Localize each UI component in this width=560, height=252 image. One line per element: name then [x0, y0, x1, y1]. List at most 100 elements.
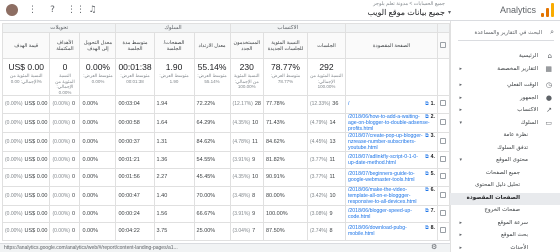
cell-sessions: (12.33%) 36	[306, 95, 346, 114]
cell-new-users: (3.04%) 7	[229, 222, 264, 241]
home-icon: ⌂	[547, 52, 552, 60]
cell-bounce-rate: 84.62%	[193, 131, 231, 152]
col-conv-rate[interactable]: معدل التحويل إلى الهدف	[79, 32, 117, 59]
table-body: (0.00%) US$ 0.00 (0.00%) 0 0.00% 00:03:04 1.94…	[1, 95, 450, 241]
landing-page-link[interactable]: /2018/06/how-to-add-a-waiting-age-on-blo…	[348, 114, 430, 131]
landing-page-link[interactable]: /2018/06/blogger-speed-up-code.html	[348, 208, 412, 220]
gear-icon[interactable]: ⚙	[431, 243, 437, 251]
status-bar-url: https://analytics.google.com/analytics/w…	[0, 243, 450, 252]
chevron-down-icon[interactable]: ▾	[448, 9, 451, 16]
row-checkbox[interactable]	[436, 168, 450, 187]
sidebar-item-all-pages[interactable]: جميع الصفحات	[450, 168, 560, 181]
table-row[interactable]: (0.00%) US$ 0.00 (0.00%) 0 0.00% 00:01:56 2.27…	[1, 168, 450, 187]
cell-pages-per-session: 1.56	[153, 204, 195, 223]
sidebar-item-label: الجمهور	[520, 94, 538, 101]
external-link-icon[interactable]: ⧉	[425, 208, 429, 214]
table-row[interactable]: (0.00%) US$ 0.00 (0.00%) 0 0.00% 00:01:21 1.36…	[1, 150, 450, 169]
external-link-icon[interactable]: ⧉	[425, 133, 429, 139]
top-icons: ⋮ ? ⋮⋮ ♫	[6, 4, 98, 16]
landing-page-link[interactable]: /2018/07/create-pop-up-blogger-nzrease-n…	[348, 133, 423, 150]
cell-conv-rate: 0.00%	[79, 112, 117, 133]
sidebar-item-customization[interactable]: ▦ التقارير المخصصة ▸	[450, 64, 560, 77]
help-icon[interactable]: ?	[47, 5, 58, 16]
cell-new-users: (3.91%) 9	[229, 150, 264, 169]
cell-new-sessions-pct: 84.62%	[262, 131, 308, 152]
table-row[interactable]: (0.00%) US$ 0.00 (0.00%) 0 0.00% 00:00:24 1.56…	[1, 204, 450, 223]
col-goal-value[interactable]: قيمة الهدف	[1, 32, 51, 59]
cell-new-sessions-pct: 80.00%	[262, 185, 308, 206]
table-row[interactable]: (0.00%) US$ 0.00 (0.00%) 0 0.00% 00:00:47 1.40…	[1, 185, 450, 206]
account-path[interactable]: جميع الحسابات > مدونة تعلم بلوجر	[373, 1, 445, 7]
landing-page-link[interactable]: /2018/06/make-the-video-template-all-on-…	[348, 187, 417, 204]
sidebar-item-label: الصفحات المقصودة	[466, 194, 520, 201]
external-link-icon[interactable]: ⧉	[425, 171, 429, 177]
table-row[interactable]: (0.00%) US$ 0.00 (0.00%) 0 0.00% 00:00:37 1.31…	[1, 131, 450, 152]
col-avg-duration[interactable]: متوسط مدة الجلسة	[115, 32, 155, 59]
avatar[interactable]	[6, 4, 18, 16]
sidebar-item-behavior-flow[interactable]: تدفق السلوك	[450, 143, 560, 156]
group-conversions: تحويلات	[1, 23, 117, 33]
cell-conv-rate: 0.00%	[79, 150, 117, 169]
sidebar-item-site-content[interactable]: محتوى الموقع ▾	[450, 155, 560, 168]
sidebar-item-site-speed[interactable]: سرعة الموقع ▸	[450, 218, 560, 231]
landing-page-link[interactable]: /	[348, 101, 349, 107]
total-page-empty	[344, 58, 438, 96]
sidebar-item-home[interactable]: ⌂ الرئيسية	[450, 51, 560, 64]
sidebar-item-acquisition[interactable]: ↗ الاكتساب ▸	[450, 105, 560, 118]
sidebar-item-site-search[interactable]: بحث الموقع ▸	[450, 230, 560, 243]
external-link-icon[interactable]: ⧉	[425, 187, 429, 193]
sidebar-item-realtime[interactable]: ◷ الوقت الفعلي ▸	[450, 80, 560, 93]
sidebar-item-landing-pages[interactable]: الصفحات المقصودة	[450, 192, 560, 205]
sidebar-item-exit-pages[interactable]: صفحات الخروج	[450, 205, 560, 218]
cell-avg-duration: 00:04:22	[115, 222, 155, 241]
sidebar-item-overview[interactable]: نظرة عامة	[450, 130, 560, 143]
analytics-logo-icon[interactable]	[540, 3, 554, 17]
search-input[interactable]: البحث في التقارير والمساعدة ⌕	[458, 27, 554, 41]
row-checkbox[interactable]	[436, 95, 450, 114]
table-row[interactable]: (0.00%) US$ 0.00 (0.00%) 0 0.00% 00:03:04 1.94…	[1, 95, 450, 114]
landing-page-link[interactable]: /2018/07/adlinkfly-script-0-1-0-up-date-…	[348, 154, 418, 166]
row-checkbox[interactable]	[436, 112, 450, 133]
cell-sessions: (4.45%) 13	[306, 131, 346, 152]
col-pages-per-session[interactable]: الصفحات/الجلسة	[153, 32, 195, 59]
cell-sessions: (3.77%) 11	[306, 150, 346, 169]
col-new-users[interactable]: المستخدمون الجدد	[229, 32, 264, 59]
table-row[interactable]: (0.00%) US$ 0.00 (0.00%) 0 0.00% 00:04:22 3.75…	[1, 222, 450, 241]
table-row[interactable]: (0.00%) US$ 0.00 (0.00%) 0 0.00% 00:00:58 1.64…	[1, 112, 450, 133]
sidebar-item-events[interactable]: الأحداث ▸	[450, 243, 560, 252]
total-avg-duration: 00:01:38 متوسط العرض: 00:01:38	[115, 58, 155, 96]
row-checkbox[interactable]	[436, 131, 450, 152]
col-bounce-rate[interactable]: معدل الارتداد	[193, 32, 231, 59]
sidebar: البحث في التقارير والمساعدة ⌕ ⌂ الرئيسية …	[450, 21, 560, 252]
external-link-icon[interactable]: ⧉	[425, 154, 429, 160]
external-link-icon[interactable]: ⧉	[425, 101, 429, 107]
col-new-sessions-pct[interactable]: النسبة المئوية للجلسات الجديدة	[262, 32, 308, 59]
cell-new-users: (4.78%) 11	[229, 131, 264, 152]
cell-bounce-rate: 54.55%	[193, 150, 231, 169]
col-sessions[interactable]: الجلسات	[306, 32, 346, 59]
cell-goal-completions: (0.00%) 0	[49, 222, 81, 241]
external-link-icon[interactable]: ⧉	[425, 225, 429, 231]
col-goal-completions[interactable]: الأهداف المكتملة	[49, 32, 81, 59]
row-checkbox[interactable]	[436, 185, 450, 206]
landing-page-link[interactable]: /2018/07/beginners-guide-to-google-webma…	[348, 171, 415, 183]
sidebar-item-audience[interactable]: ● الجمهور ▸	[450, 93, 560, 106]
view-selector[interactable]: جميع بيانات موقع الويب	[367, 8, 445, 17]
landing-page-link[interactable]: /2018/06/download-pubg-mobile.html	[348, 225, 407, 237]
sidebar-item-content-drilldown[interactable]: تحليل دليل المحتوى	[450, 180, 560, 193]
sidebar-item-label: الرئيسية	[519, 53, 538, 59]
row-checkbox[interactable]	[436, 204, 450, 223]
grid-icon[interactable]: ⋮⋮	[67, 5, 85, 16]
col-landing-page[interactable]: الصفحة المقصودة	[344, 32, 438, 59]
row-index: 8.	[430, 225, 435, 232]
checkbox-group-empty	[436, 23, 450, 33]
row-checkbox[interactable]	[436, 150, 450, 169]
more-icon[interactable]: ⋮	[27, 5, 38, 16]
select-all-checkbox[interactable]	[436, 32, 450, 59]
bell-icon[interactable]: ♫	[87, 5, 98, 16]
sidebar-item-behavior[interactable]: ▭ السلوك ▾	[450, 118, 560, 131]
cell-conv-rate: 0.00%	[79, 131, 117, 152]
cell-landing-page: 3. ⧉/2018/07/create-pop-up-blogger-nzreas…	[344, 131, 438, 152]
search-icon: ⌕	[550, 28, 554, 36]
row-checkbox[interactable]	[436, 222, 450, 241]
